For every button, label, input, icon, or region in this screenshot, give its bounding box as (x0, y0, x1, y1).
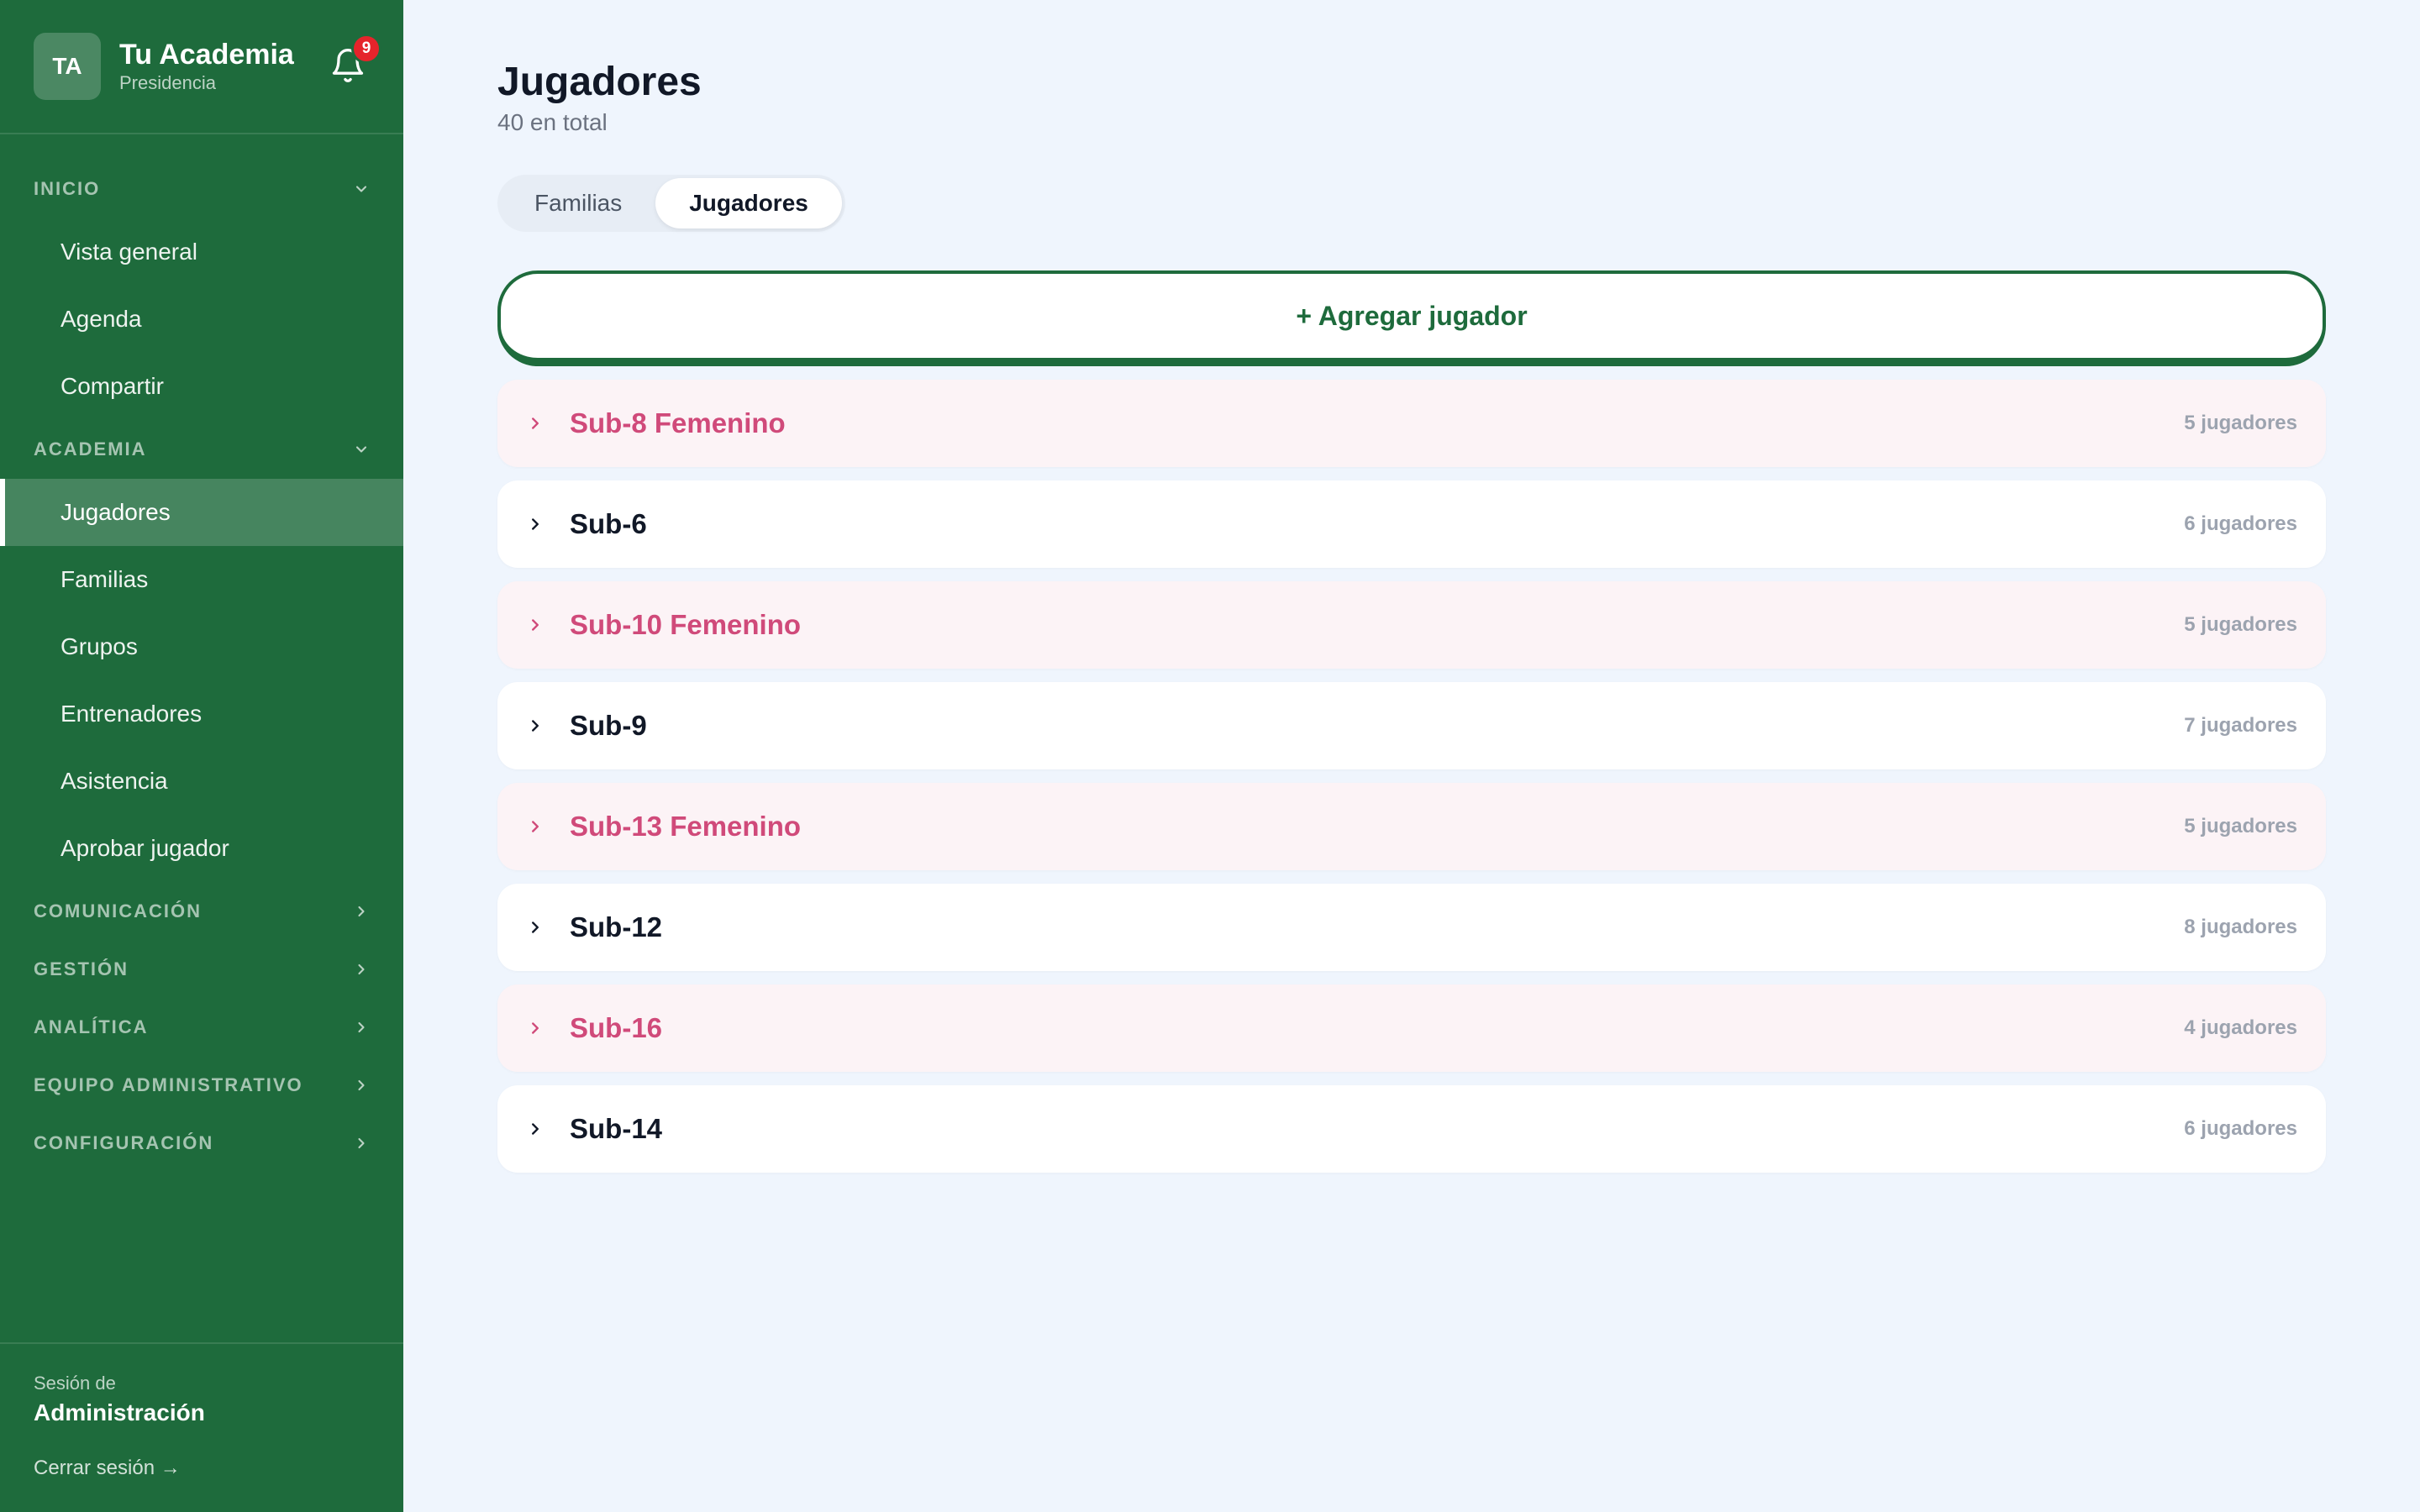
brand: Tu Academia Presidencia (119, 38, 294, 95)
section-comunicacion[interactable]: COMUNICACIÓN (0, 882, 403, 940)
sidebar-item-jugadores[interactable]: Jugadores (0, 479, 403, 546)
group-name: Sub-16 (570, 1012, 663, 1043)
sidebar-item-entrenadores[interactable]: Entrenadores (0, 680, 403, 748)
group-row[interactable]: Sub-13 Femenino 5 jugadores (497, 783, 2326, 870)
group-name: Sub-8 Femenino (570, 407, 786, 438)
sidebar-footer: Sesión de Administración Cerrar sesión → (0, 1342, 403, 1512)
sidebar-nav: INICIO Vista general Agenda Compartir AC… (0, 134, 403, 1342)
group-player-count: 7 jugadores (2184, 714, 2297, 737)
section-label: ACADEMIA (34, 438, 147, 459)
group-player-count: 5 jugadores (2184, 412, 2297, 434)
main-content: Jugadores 40 en total Familias Jugadores… (403, 0, 2420, 1512)
session-name: Administración (34, 1399, 205, 1425)
app-root: TA Tu Academia Presidencia 9 INICIO Vist… (0, 0, 2420, 1512)
total-count: 40 en total (497, 109, 608, 135)
section-label: CONFIGURACIÓN (34, 1131, 214, 1153)
section-label: EQUIPO ADMINISTRATIVO (34, 1074, 303, 1095)
group-list: Sub-8 Femenino 5 jugadores Sub-6 6 jugadore… (497, 380, 2326, 1173)
logout-link[interactable]: Cerrar sesión → (34, 1457, 370, 1480)
group-name: Sub-10 Femenino (570, 609, 802, 640)
group-player-count: 4 jugadores (2184, 1016, 2297, 1039)
chevron-right-icon (532, 1022, 539, 1034)
sidebar-item-familias[interactable]: Familias (0, 546, 403, 613)
sidebar-item-compartir[interactable]: Compartir (0, 353, 403, 420)
sidebar-header: TA Tu Academia Presidencia 9 (0, 0, 403, 134)
group-row[interactable]: Sub-9 7 jugadores (497, 682, 2326, 769)
group-player-count: 6 jugadores (2184, 1117, 2297, 1140)
section-label: COMUNICACIÓN (34, 900, 202, 921)
chevron-right-icon (358, 1137, 365, 1148)
view-tabs: Familias Jugadores (497, 175, 845, 232)
chevron-right-icon (532, 921, 539, 933)
sidebar-item-asistencia[interactable]: Asistencia (0, 748, 403, 815)
sidebar-item-aprobar-jugador[interactable]: Aprobar jugador (0, 815, 403, 882)
group-name: Sub-6 (570, 508, 647, 539)
chevron-right-icon (532, 1123, 539, 1135)
chevron-right-icon (532, 821, 539, 832)
group-player-count: 5 jugadores (2184, 613, 2297, 636)
section-analitica[interactable]: ANALÍTICA (0, 998, 403, 1056)
section-label: INICIO (34, 178, 101, 199)
chevron-right-icon (358, 1021, 365, 1032)
group-name: Sub-13 Femenino (570, 811, 802, 842)
sidebar-item-agenda[interactable]: Agenda (0, 286, 403, 353)
group-player-count: 6 jugadores (2184, 512, 2297, 535)
chevron-down-icon (355, 446, 367, 453)
sidebar-item-grupos[interactable]: Grupos (0, 613, 403, 680)
sidebar: TA Tu Academia Presidencia 9 INICIO Vist… (0, 0, 403, 1512)
section-label: GESTIÓN (34, 958, 129, 979)
group-name: Sub-12 (570, 911, 663, 942)
page-title: Jugadores (497, 60, 702, 104)
tab-familias[interactable]: Familias (501, 178, 655, 228)
add-player-button[interactable]: + Agregar jugador (497, 270, 2326, 366)
group-row[interactable]: Sub-6 6 jugadores (497, 480, 2326, 568)
chevron-down-icon (355, 186, 367, 192)
group-name: Sub-14 (570, 1113, 663, 1144)
section-inicio[interactable]: INICIO (0, 160, 403, 218)
group-row[interactable]: Sub-10 Femenino 5 jugadores (497, 581, 2326, 669)
chevron-right-icon (358, 963, 365, 974)
group-player-count: 5 jugadores (2184, 815, 2297, 837)
section-label: ANALÍTICA (34, 1016, 149, 1037)
sidebar-item-vista-general[interactable]: Vista general (0, 218, 403, 286)
section-equipo-administrativo[interactable]: EQUIPO ADMINISTRATIVO (0, 1056, 403, 1114)
section-configuracion[interactable]: CONFIGURACIÓN (0, 1114, 403, 1172)
chevron-right-icon (358, 1079, 365, 1090)
group-row[interactable]: Sub-12 8 jugadores (497, 884, 2326, 971)
notifications-button[interactable]: 9 (329, 34, 381, 89)
notification-count-badge: 9 (351, 34, 381, 64)
group-player-count: 8 jugadores (2184, 916, 2297, 938)
academy-avatar: TA (34, 33, 101, 100)
session-label: Sesión de (34, 1373, 116, 1394)
chevron-right-icon (532, 417, 539, 429)
chevron-right-icon (358, 906, 365, 916)
tab-jugadores[interactable]: Jugadores (655, 178, 842, 228)
group-row[interactable]: Sub-14 6 jugadores (497, 1085, 2326, 1173)
group-name: Sub-9 (570, 710, 647, 741)
group-row[interactable]: Sub-8 Femenino 5 jugadores (497, 380, 2326, 467)
chevron-right-icon (532, 720, 539, 732)
brand-name: Tu Academia (119, 39, 294, 71)
section-academia[interactable]: ACADEMIA (0, 420, 403, 479)
chevron-right-icon (532, 619, 539, 631)
section-gestion[interactable]: GESTIÓN (0, 940, 403, 998)
brand-role: Presidencia (119, 72, 216, 93)
group-row[interactable]: Sub-16 4 jugadores (497, 984, 2326, 1072)
chevron-right-icon (532, 518, 539, 530)
